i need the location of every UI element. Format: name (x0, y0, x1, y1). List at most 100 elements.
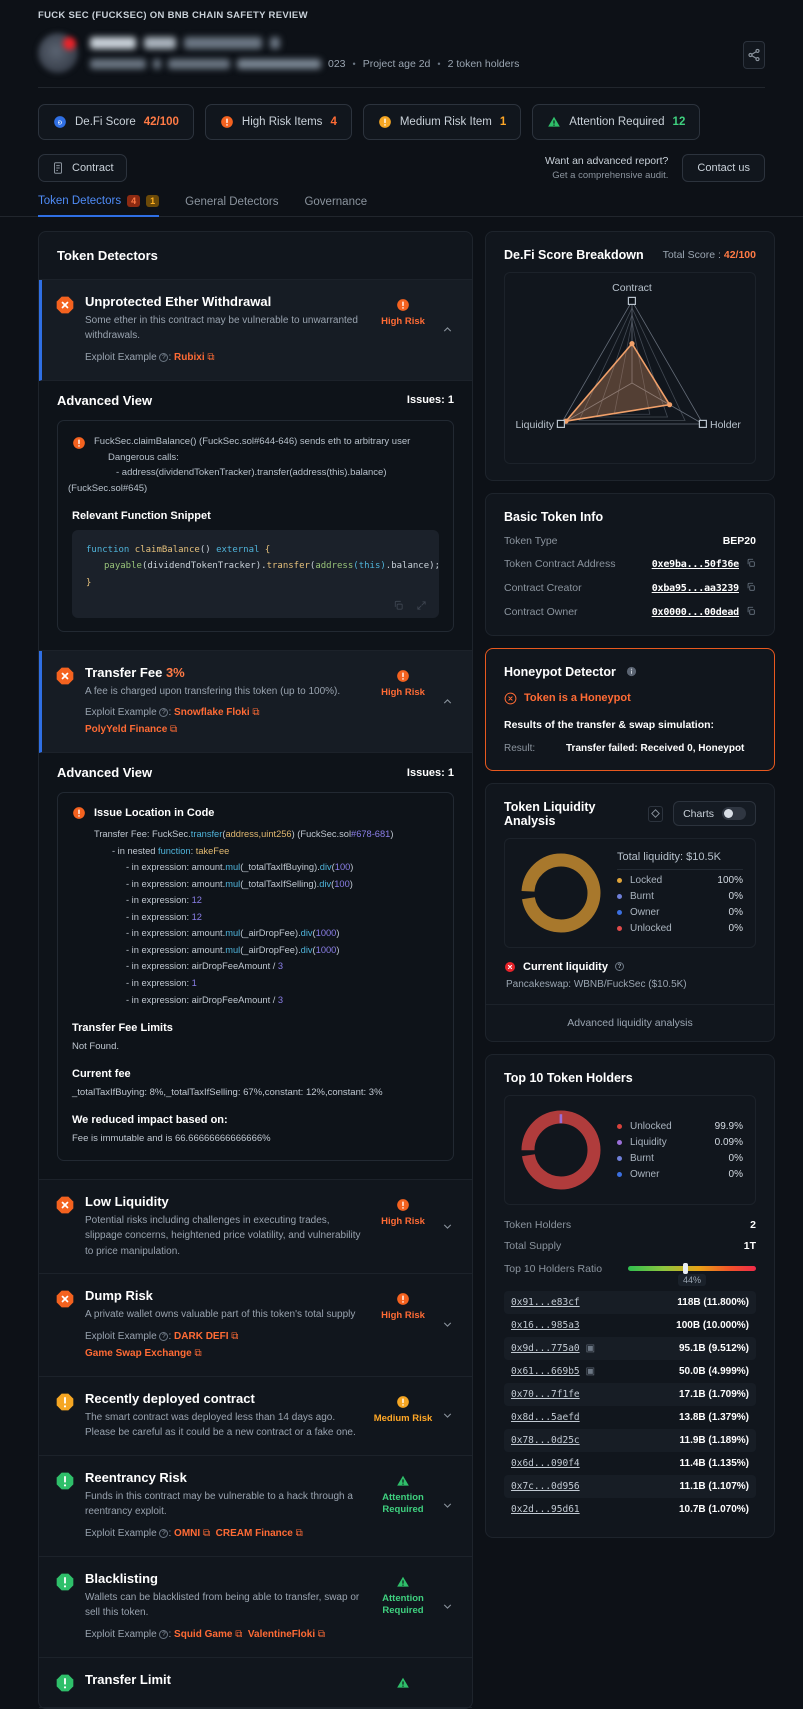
expand-chevron-7[interactable] (436, 1672, 458, 1693)
expand-chevron-3[interactable] (436, 1288, 458, 1362)
detector-exploits-5: Exploit Example ?: OMNI ⧉ CREAM Finance … (85, 1527, 303, 1539)
detector-dump-risk[interactable]: Dump Risk A private wallet owns valuable… (39, 1274, 472, 1377)
charts-toggle[interactable]: Charts (673, 801, 756, 827)
token-contract-address-value[interactable]: 0xe9ba...50f36e (652, 559, 740, 570)
holder-row[interactable]: 0x91...e83cf 118B (11.800%) (504, 1290, 756, 1314)
help-icon-6[interactable]: ? (159, 1629, 169, 1639)
toggle-switch[interactable] (722, 807, 746, 821)
contact-us-label: Contact us (697, 162, 750, 175)
holder-address[interactable]: 0x8d...5aefd (511, 1412, 580, 1423)
holder-address[interactable]: 0x2d...95d61 (511, 1504, 580, 1515)
holder-row[interactable]: 0x16...985a3 100B (10.000%) (504, 1314, 756, 1337)
expand-chevron-2[interactable] (436, 1194, 458, 1260)
contract-creator-value[interactable]: 0xba95...aa3239 (652, 583, 740, 594)
tab-governance[interactable]: Governance (304, 196, 367, 216)
attention-icon (397, 1677, 409, 1688)
detector-exploits-3: Exploit Example ?: DARK DEFI ⧉ Game Swap… (85, 1330, 239, 1359)
high-risk-icon (397, 299, 409, 311)
help-icon-3[interactable]: ? (159, 1331, 169, 1341)
current-liquidity-row: Current liquidity ? (504, 961, 756, 973)
copy-icon-owner[interactable] (746, 606, 756, 619)
holders-donut-chart (521, 1110, 601, 1190)
ratio-knob (683, 1263, 689, 1275)
holder-address[interactable]: 0x70...7f1fe (511, 1389, 580, 1400)
exploit-link-cream-finance[interactable]: CREAM Finance (216, 1528, 293, 1539)
help-icon-liquidity[interactable]: ? (614, 962, 624, 972)
holder-address[interactable]: 0x9d...775a0 (511, 1343, 580, 1354)
chevron-up-icon (443, 327, 451, 332)
share-button[interactable] (743, 41, 765, 69)
help-icon-1[interactable]: ? (159, 708, 169, 718)
info-icon[interactable] (626, 666, 637, 677)
holder-row[interactable]: 0x6d...090f4 11.4B (1.135%) (504, 1452, 756, 1475)
holder-amount: 100B (10.000%) (676, 1319, 749, 1331)
detector-transfer-limit[interactable]: Transfer Limit (39, 1658, 472, 1708)
expr-line-3: - in expression: 12 (126, 911, 202, 922)
contract-tag-icon: ▣ (585, 1365, 596, 1377)
holder-row[interactable]: 0x78...0d25c 11.9B (1.189%) (504, 1428, 756, 1452)
current-liquidity-label: Current liquidity (523, 960, 608, 973)
collapse-chevron-0[interactable] (436, 294, 458, 366)
tab-general-detectors[interactable]: General Detectors (185, 196, 278, 216)
holder-address[interactable]: 0x91...e83cf (511, 1297, 580, 1308)
exploit-link-polyyeld-finance[interactable]: PolyYeld Finance (85, 724, 167, 735)
pill-high-risk[interactable]: High Risk Items 4 (204, 104, 352, 140)
detector-unprotected-ether-withdrawal[interactable]: Unprotected Ether Withdrawal Some ether … (39, 279, 472, 381)
expand-icon[interactable] (416, 600, 427, 611)
advanced-liquidity-analysis-link[interactable]: Advanced liquidity analysis (486, 1003, 774, 1041)
chevron-down-icon (443, 1322, 451, 1328)
diamond-icon[interactable] (648, 805, 664, 822)
help-icon-5[interactable]: ? (159, 1528, 169, 1538)
holder-row[interactable]: 0x2d...95d61 10.7B (1.070%) (504, 1498, 756, 1521)
collapse-chevron-1[interactable] (436, 665, 458, 739)
pill-attention-required[interactable]: Attention Required 12 (532, 104, 701, 140)
detector-blacklisting[interactable]: Blacklisting Wallets can be blacklisted … (39, 1557, 472, 1658)
expand-chevron-6[interactable] (436, 1571, 458, 1643)
detector-level-3: High Risk (381, 1310, 425, 1322)
contact-us-button[interactable]: Contact us (682, 154, 765, 183)
detector-desc-4: The smart contract was deployed less tha… (85, 1411, 356, 1439)
contract-owner-value[interactable]: 0x0000...00dead (652, 607, 740, 618)
help-icon-0[interactable]: ? (159, 352, 169, 362)
detector-low-liquidity[interactable]: Low Liquidity Potential risks including … (39, 1180, 472, 1275)
exploit-link-dark-defi[interactable]: DARK DEFI (174, 1331, 228, 1342)
pill-medium-risk[interactable]: Medium Risk Item 1 (362, 104, 522, 140)
tab-token-detectors[interactable]: Token Detectors 4 1 (38, 194, 160, 217)
exploit-link-omni[interactable]: OMNI (174, 1528, 200, 1539)
holder-row[interactable]: 0x9d...775a0 ▣ 95.1B (9.512%) (504, 1336, 756, 1360)
detector-reentrancy-risk[interactable]: Reentrancy Risk Funds in this contract m… (39, 1456, 472, 1557)
detector-recently-deployed-contract[interactable]: Recently deployed contract The smart con… (39, 1377, 472, 1456)
legend-label-locked: Locked (630, 875, 663, 887)
exploit-link-game-swap-exchange[interactable]: Game Swap Exchange (85, 1348, 192, 1359)
exploit-link-snowflake-floki[interactable]: Snowflake Floki (174, 707, 250, 718)
holder-row[interactable]: 0x8d...5aefd 13.8B (1.379%) (504, 1406, 756, 1429)
holder-address[interactable]: 0x78...0d25c (511, 1435, 580, 1446)
exploit-link-rubixi[interactable]: Rubixi (174, 352, 205, 363)
holder-address[interactable]: 0x61...669b5 (511, 1366, 580, 1377)
copy-icon-creator[interactable] (746, 582, 756, 595)
detector-transfer-fee[interactable]: Transfer Fee 3% A fee is charged upon tr… (39, 650, 472, 754)
holder-row[interactable]: 0x61...669b5 ▣ 50.0B (4.999%) (504, 1360, 756, 1383)
exploit-link-squid-game[interactable]: Squid Game (174, 1629, 232, 1640)
exploit-link-valentinefloki[interactable]: ValentineFloki (248, 1629, 315, 1640)
holders-list: 0x91...e83cf 118B (11.800%) 0x16...985a3… (504, 1290, 756, 1521)
holder-address[interactable]: 0x6d...090f4 (511, 1458, 580, 1469)
contract-button[interactable]: Contract (38, 154, 127, 183)
expand-chevron-5[interactable] (436, 1470, 458, 1542)
holder-address[interactable]: 0x16...985a3 (511, 1320, 580, 1331)
pill-defi-score[interactable]: ᴆ De.Fi Score 42/100 (38, 104, 194, 140)
detector-title-3: Dump Risk (85, 1288, 153, 1304)
liquidity-title: Token Liquidity Analysis (504, 799, 596, 828)
copy-icon-contract-address[interactable] (746, 558, 756, 571)
expand-chevron-4[interactable] (436, 1391, 458, 1441)
high-risk-icon (397, 669, 409, 682)
issue-line-2: - address(dividendTokenTracker).transfer… (116, 467, 387, 479)
holder-row[interactable]: 0x7c...0d956 11.1B (1.107%) (504, 1474, 756, 1498)
exclamation-octagon-green-icon (56, 1674, 74, 1692)
tab-bar: Token Detectors 4 1 General Detectors Go… (0, 183, 803, 217)
legend-dot-h-owner (617, 1172, 622, 1178)
detector-severity-2: High Risk (370, 1194, 436, 1260)
holder-row[interactable]: 0x70...7f1fe 17.1B (1.709%) (504, 1382, 756, 1406)
copy-icon[interactable] (393, 600, 404, 611)
holder-address[interactable]: 0x7c...0d956 (511, 1481, 580, 1492)
